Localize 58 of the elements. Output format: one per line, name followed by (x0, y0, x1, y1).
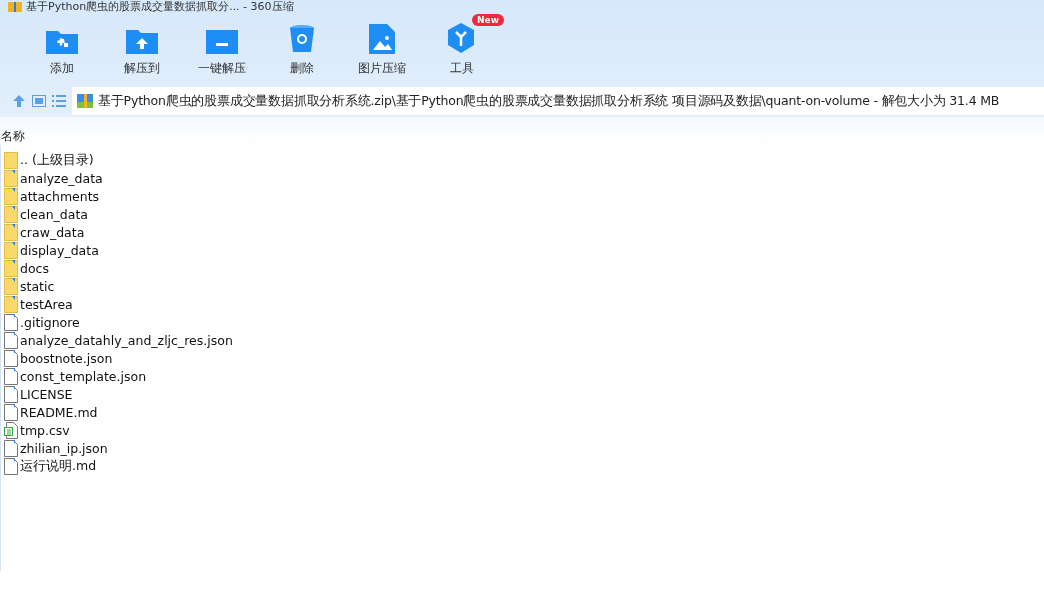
file-name[interactable]: LICENSE (20, 386, 73, 402)
file-name[interactable]: .. (上级目录) (20, 151, 94, 169)
folder-upload-icon (126, 28, 158, 54)
folder-icon (4, 277, 18, 295)
file-name[interactable]: clean_data (20, 206, 89, 222)
file-icon (4, 313, 18, 331)
folder-icon (4, 187, 18, 205)
folder-icon (4, 223, 18, 241)
file-name[interactable]: 运行说明.md (20, 457, 97, 475)
new-badge: New (472, 14, 504, 26)
file-name[interactable]: tmp.csv (20, 422, 70, 438)
folder-plus-icon (46, 28, 78, 54)
file-name[interactable]: static (20, 278, 55, 294)
archive-icon (8, 2, 22, 12)
address-bar[interactable]: 基于Python爬虫的股票成交量数据抓取分析系统.zip\基于Python爬虫的股票成交量数据抓取分析系统 项目源码及数据\quant-on-volume - 解包大小为 31.4 MB (72, 87, 1044, 115)
file-name[interactable]: analyze_data (20, 170, 103, 186)
folder-icon (4, 259, 18, 277)
file-name[interactable]: analyze_datahly_and_zljc_res.json (20, 332, 233, 348)
hexagon-y-icon (447, 22, 477, 54)
file-icon (4, 457, 18, 475)
file-name[interactable]: testArea (20, 296, 73, 312)
file-name[interactable]: zhilian_ip.json (20, 440, 108, 456)
file-name[interactable]: craw_data (20, 224, 85, 240)
file-name[interactable]: .gitignore (20, 314, 80, 330)
file-name[interactable]: docs (20, 260, 49, 276)
list-view-icon[interactable] (52, 95, 66, 107)
folder-icon (4, 169, 18, 187)
up-arrow-icon[interactable] (12, 94, 26, 108)
toolbar-button[interactable]: 图片压缩 (342, 14, 422, 85)
file-name[interactable]: const_template.json (20, 368, 147, 384)
file-name[interactable]: display_data (20, 242, 99, 258)
file-icon (4, 349, 18, 367)
archive-icon (77, 93, 93, 109)
file-icon (4, 367, 18, 385)
spreadsheet-file-icon (4, 421, 18, 439)
folder-icon (4, 241, 18, 259)
file-icon (4, 331, 18, 349)
folder-icon (4, 151, 18, 169)
toolbar-button[interactable]: 解压到 (102, 14, 182, 85)
toolbar-button[interactable]: 删除 (262, 14, 342, 85)
thumbnail-view-icon[interactable] (32, 95, 46, 107)
address-path: 基于Python爬虫的股票成交量数据抓取分析系统.zip\基于Python爬虫的股票成交量数据抓取分析系统 项目源码及数据\quant-on-volume - 解包大小为 31.4 MB (98, 92, 1000, 110)
toolbar-button[interactable]: 工具 New (422, 14, 502, 85)
column-header[interactable]: 名称 (0, 128, 25, 145)
toolbar-button[interactable]: 一键解压 (182, 14, 262, 85)
window-title: 基于Python爬虫的股票成交量数据抓取分... - 360压缩 (26, 0, 294, 14)
file-name[interactable]: attachments (20, 188, 100, 204)
folder-minus-icon (206, 28, 238, 54)
recycle-bin-icon (289, 24, 315, 54)
file-name[interactable]: boostnote.json (20, 350, 113, 366)
file-icon (4, 403, 18, 421)
folder-icon (4, 205, 18, 223)
file-icon (4, 439, 18, 457)
image-file-icon (369, 24, 395, 54)
file-name[interactable]: README.md (20, 404, 98, 420)
toolbar-button[interactable]: 添加 (22, 14, 102, 85)
file-icon (4, 385, 18, 403)
folder-icon (4, 295, 18, 313)
